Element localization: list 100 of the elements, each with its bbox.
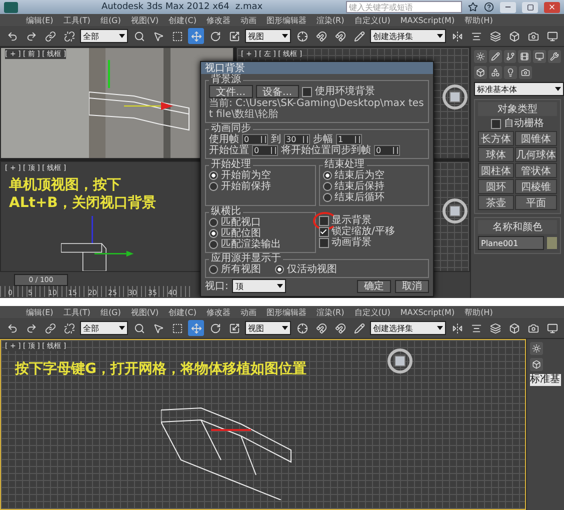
category-dropdown[interactable]: 标准基 bbox=[530, 374, 561, 386]
menu-item[interactable]: 组(G) bbox=[100, 14, 121, 26]
dialog-button[interactable]: 文件... bbox=[209, 85, 253, 98]
selection-filter-dropdown[interactable]: 全部 bbox=[80, 29, 128, 43]
checkbox-label: 锁定缩放/平移 bbox=[332, 226, 395, 237]
rollout-title[interactable]: 对象类型 bbox=[478, 102, 557, 116]
menu-item[interactable]: 视图(V) bbox=[130, 14, 159, 26]
menu-item[interactable]: 动画 bbox=[240, 306, 256, 318]
checkbox-label: 显示背景 bbox=[332, 215, 372, 226]
minimize-button[interactable] bbox=[500, 2, 516, 12]
menu-item[interactable]: 工具(T) bbox=[63, 14, 90, 26]
view-cube-icon[interactable] bbox=[442, 198, 468, 224]
checkbox[interactable] bbox=[302, 86, 312, 96]
menu-item[interactable]: 创建(C) bbox=[168, 14, 196, 26]
object-type-button[interactable]: 管状体 bbox=[515, 163, 557, 178]
spinner-field[interactable]: 1 bbox=[336, 134, 362, 145]
menu-item[interactable]: 自定义(U) bbox=[354, 14, 390, 26]
dialog-button[interactable]: 设备... bbox=[256, 85, 300, 98]
field-label: 视口: bbox=[205, 280, 228, 292]
spinner-field[interactable]: 0 bbox=[242, 134, 268, 145]
menu-item[interactable]: 创建(C) bbox=[168, 306, 196, 318]
radio-button[interactable] bbox=[322, 182, 332, 191]
radio-button[interactable] bbox=[275, 265, 284, 274]
name-field[interactable]: Plane001 bbox=[478, 236, 544, 250]
named-selection-dropdown[interactable]: 创建选择集 bbox=[370, 321, 446, 335]
shapes-icon[interactable] bbox=[489, 66, 502, 79]
coordinate-dropdown[interactable]: 视图 bbox=[245, 29, 291, 43]
menu-item[interactable]: 帮助(H) bbox=[464, 306, 493, 318]
menu-item[interactable]: 修改器 bbox=[206, 306, 230, 318]
search-field[interactable]: 键入关键字或短语 bbox=[346, 1, 462, 13]
star-icon[interactable] bbox=[468, 2, 478, 12]
object-type-button[interactable]: 长方体 bbox=[478, 131, 514, 146]
object-type-button[interactable]: 茶壶 bbox=[478, 195, 514, 210]
object-type-button[interactable]: 四棱锥 bbox=[515, 179, 557, 194]
wrench-icon[interactable] bbox=[548, 50, 561, 63]
radio-button[interactable] bbox=[209, 265, 218, 274]
sun-icon[interactable] bbox=[530, 342, 543, 355]
object-type-button[interactable]: 几何球体 bbox=[515, 147, 557, 162]
menu-item[interactable]: 编辑(E) bbox=[26, 14, 54, 26]
cube-icon[interactable] bbox=[530, 358, 543, 371]
menu-item[interactable]: 编辑(E) bbox=[26, 306, 54, 318]
help-icon[interactable] bbox=[484, 2, 494, 12]
spinner-field[interactable]: 0 bbox=[252, 145, 278, 156]
viewport-dropdown[interactable]: 顶 bbox=[232, 279, 286, 293]
menu-item[interactable]: 组(G) bbox=[100, 306, 121, 318]
menu-item[interactable]: 图形编辑器 bbox=[266, 306, 306, 318]
rollout-title[interactable]: 名称和颜色 bbox=[478, 220, 557, 234]
view-cube-icon[interactable] bbox=[442, 84, 468, 110]
menu-item[interactable]: 动画 bbox=[240, 14, 256, 26]
checkbox[interactable] bbox=[491, 118, 501, 128]
selection-filter-dropdown[interactable]: 全部 bbox=[80, 321, 128, 335]
object-type-button[interactable]: 圆环 bbox=[478, 179, 514, 194]
menu-item[interactable]: MAXScript(M) bbox=[400, 16, 455, 24]
maximize-button[interactable] bbox=[522, 2, 538, 12]
category-dropdown[interactable]: 标准基本体 bbox=[474, 82, 564, 96]
menu-item[interactable]: 工具(T) bbox=[63, 306, 90, 318]
monitor-icon[interactable] bbox=[533, 50, 546, 63]
menu-item[interactable]: 渲染(R) bbox=[316, 14, 344, 26]
menu-item[interactable]: 视图(V) bbox=[130, 306, 159, 318]
pencil-icon[interactable] bbox=[488, 50, 502, 63]
object-type-button[interactable]: 平面 bbox=[515, 195, 557, 210]
lightbulb-icon[interactable] bbox=[504, 66, 517, 79]
coordinate-dropdown[interactable]: 视图 bbox=[245, 321, 291, 335]
menu-item[interactable]: 自定义(U) bbox=[354, 306, 390, 318]
menu-item[interactable]: 渲染(R) bbox=[316, 306, 344, 318]
menu-item[interactable]: 图形编辑器 bbox=[266, 14, 306, 26]
checkbox-label: 自动栅格 bbox=[504, 118, 544, 129]
object-type-button[interactable]: 圆锥体 bbox=[515, 131, 557, 146]
move-arrows-icon[interactable] bbox=[188, 320, 204, 336]
radio-button[interactable] bbox=[322, 171, 332, 180]
radio-button[interactable] bbox=[322, 193, 332, 202]
menu-item[interactable]: 修改器 bbox=[206, 14, 230, 26]
menu-item[interactable]: MAXScript(M) bbox=[400, 308, 455, 316]
view-cube-icon[interactable] bbox=[387, 348, 413, 374]
move-arrows-icon[interactable] bbox=[188, 28, 204, 44]
spinner-field[interactable]: 30 bbox=[284, 134, 310, 145]
color-swatch[interactable] bbox=[547, 237, 557, 249]
dialog-button[interactable]: 确定 bbox=[357, 280, 391, 292]
radio-button[interactable] bbox=[209, 218, 218, 227]
checkbox[interactable] bbox=[318, 216, 328, 226]
radio-button[interactable] bbox=[209, 182, 218, 191]
named-selection-dropdown[interactable]: 创建选择集 bbox=[370, 29, 446, 43]
radio-button[interactable] bbox=[209, 240, 218, 249]
cube-icon[interactable] bbox=[474, 66, 487, 79]
checkbox[interactable] bbox=[318, 238, 328, 248]
checkbox[interactable] bbox=[318, 226, 328, 236]
camera-icon[interactable] bbox=[519, 66, 532, 79]
branch-icon[interactable] bbox=[504, 50, 516, 63]
sun-icon[interactable] bbox=[474, 50, 487, 63]
window-title: Autodesk 3ds Max 2012 x64 bbox=[101, 2, 230, 12]
menu-item[interactable]: 帮助(H) bbox=[464, 14, 493, 26]
radio-button[interactable] bbox=[209, 171, 218, 180]
spinner-field[interactable]: 0 bbox=[374, 145, 400, 156]
close-button[interactable] bbox=[544, 2, 560, 12]
film-icon[interactable] bbox=[518, 50, 532, 63]
radio-button[interactable] bbox=[209, 229, 218, 238]
object-type-button[interactable]: 球体 bbox=[478, 147, 514, 162]
object-type-button[interactable]: 圆柱体 bbox=[478, 163, 514, 178]
dialog-button[interactable]: 取消 bbox=[395, 280, 429, 292]
app-logo[interactable] bbox=[4, 2, 18, 12]
